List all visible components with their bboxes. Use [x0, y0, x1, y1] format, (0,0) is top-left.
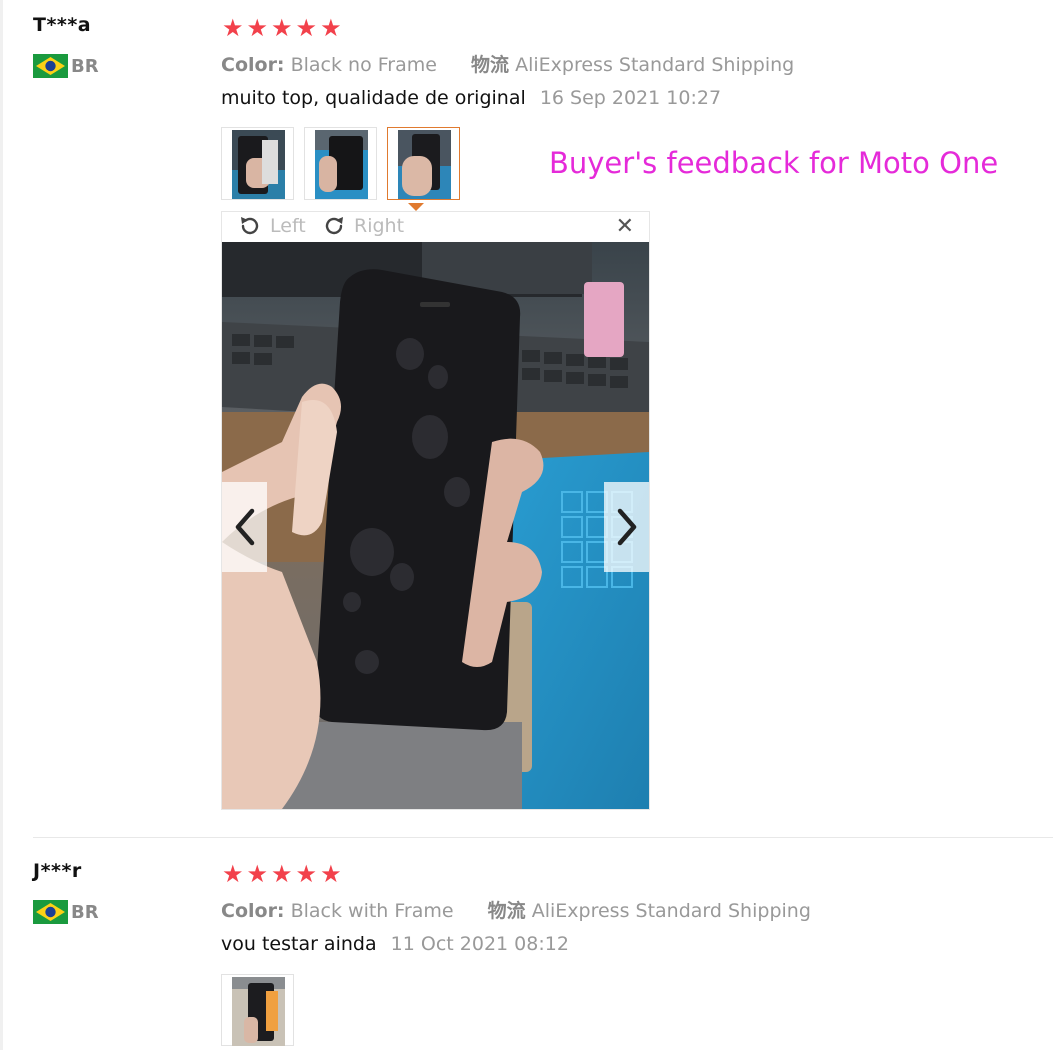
rotate-right-label: Right: [354, 215, 405, 237]
reviewer-country: BR: [33, 900, 99, 924]
star-icon: ★: [271, 860, 293, 888]
image-viewer: Left Right ✕: [221, 211, 650, 810]
review-date: 11 Oct 2021 08:12: [390, 933, 569, 955]
brazil-flag-icon: [33, 54, 68, 78]
reviewer-country: BR: [33, 54, 99, 78]
review-divider: [33, 837, 1053, 838]
star-icon: ★: [222, 14, 244, 42]
thumbnail-image: [398, 130, 451, 199]
rotate-right-button[interactable]: Right: [322, 214, 404, 238]
star-icon: ★: [320, 860, 342, 888]
color-value: Black with Frame: [290, 900, 454, 922]
review-photo-large: [222, 242, 649, 809]
thumbnail-image: [232, 130, 285, 199]
selected-thumbnail-caret: [408, 203, 424, 211]
star-rating: ★ ★ ★ ★ ★: [222, 16, 342, 40]
chevron-right-icon: [617, 508, 636, 546]
page-left-rule: [0, 0, 3, 1050]
reviewer-name: J***r: [33, 860, 82, 882]
review-attributes: Color: Black no Frame 物流 AliExpress Stan…: [221, 50, 794, 77]
rotate-left-icon: [238, 214, 262, 238]
shipping-label: 物流: [471, 54, 510, 76]
review-thumbnail[interactable]: [221, 974, 294, 1046]
color-label: Color:: [221, 900, 285, 922]
previous-image-button[interactable]: [222, 482, 267, 572]
shipping-value: AliExpress Standard Shipping: [531, 900, 811, 922]
country-code: BR: [71, 901, 99, 923]
brazil-flag-icon: [33, 900, 68, 924]
review-thumbnails: [221, 127, 460, 200]
rotate-left-button[interactable]: Left: [238, 214, 306, 238]
review-comment: vou testar ainda 11 Oct 2021 08:12: [221, 933, 569, 955]
rotate-right-icon: [322, 214, 346, 238]
reviewer-name: T***a: [33, 14, 92, 36]
review-date: 16 Sep 2021 10:27: [539, 87, 722, 109]
color-value: Black no Frame: [290, 54, 437, 76]
star-icon: ★: [222, 860, 244, 888]
thumbnail-image: [315, 130, 368, 199]
image-viewer-toolbar: Left Right ✕: [222, 212, 649, 242]
review-thumbnail-selected[interactable]: [387, 127, 460, 200]
star-icon: ★: [271, 14, 293, 42]
shipping-label: 物流: [487, 900, 526, 922]
star-rating: ★ ★ ★ ★ ★: [222, 862, 342, 886]
chevron-left-icon: [235, 508, 254, 546]
star-icon: ★: [320, 14, 342, 42]
review-thumbnail[interactable]: [304, 127, 377, 200]
comment-text: muito top, qualidade de original: [221, 87, 526, 109]
shipping-value: AliExpress Standard Shipping: [515, 54, 795, 76]
overlay-caption: Buyer's feedback for Moto One: [549, 146, 999, 180]
close-icon[interactable]: ✕: [616, 215, 634, 239]
country-code: BR: [71, 55, 99, 77]
thumbnail-image: [232, 977, 285, 1046]
next-image-button[interactable]: [604, 482, 649, 572]
review-thumbnail[interactable]: [221, 127, 294, 200]
star-icon: ★: [246, 860, 269, 888]
review-thumbnails: [221, 974, 294, 1046]
rotate-left-label: Left: [270, 215, 306, 237]
star-icon: ★: [295, 14, 318, 42]
comment-text: vou testar ainda: [221, 933, 377, 955]
review-attributes: Color: Black with Frame 物流 AliExpress St…: [221, 896, 811, 923]
color-label: Color:: [221, 54, 285, 76]
star-icon: ★: [246, 14, 269, 42]
star-icon: ★: [295, 860, 318, 888]
review-comment: muito top, qualidade de original 16 Sep …: [221, 87, 721, 109]
